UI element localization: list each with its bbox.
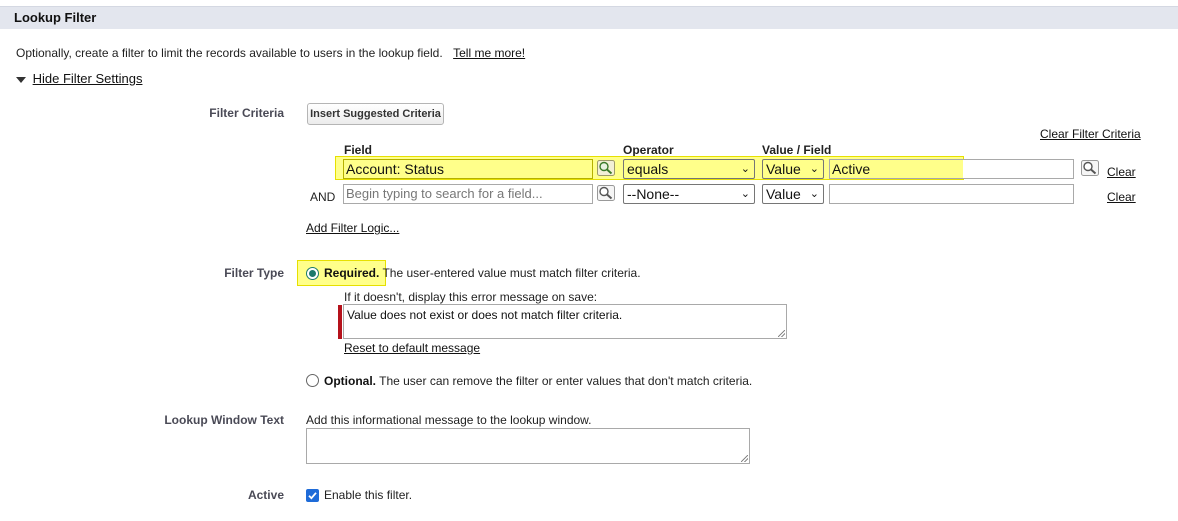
reset-default-message-link[interactable]: Reset to default message [344,341,480,355]
checkmark-icon [308,492,317,500]
resize-grip-icon[interactable] [741,455,748,462]
hide-filter-settings-link[interactable]: Hide Filter Settings [33,71,143,86]
optional-title: Optional. [324,374,376,388]
value-field-column-header: Value / Field [762,143,832,157]
enable-filter-checkbox[interactable] [306,489,319,502]
active-label: Active [247,488,284,502]
required-title: Required. [324,266,380,280]
row-2-value-input[interactable] [829,184,1074,204]
section-title: Lookup Filter [14,10,97,25]
row-2-field-lookup-icon[interactable] [597,185,615,201]
row-1-field-lookup-icon[interactable] [597,160,615,176]
chevron-down-icon: ⌄ [809,188,819,200]
lookup-window-prompt: Add this informational message to the lo… [306,413,592,427]
optional-option: Optional. The user can remove the filter… [324,374,752,388]
field-column-header: Field [344,143,373,157]
filter-type-label: Filter Type [224,266,284,280]
add-filter-logic-link[interactable]: Add Filter Logic... [306,221,399,235]
enable-filter-label: Enable this filter. [324,488,413,502]
row-2-clear-link[interactable]: Clear [1107,190,1136,204]
chevron-down-icon: ⌄ [809,163,819,175]
error-message-value: Value does not exist or does not match f… [347,308,623,322]
row-2-operator-select[interactable]: --None-- ⌄ [623,184,755,204]
hide-filter-settings-toggle[interactable]: Hide Filter Settings [16,71,142,86]
row-1-value-type-select[interactable]: Value ⌄ [762,159,824,179]
intro-line: Optionally, create a filter to limit the… [16,46,525,60]
optional-description: The user can remove the filter or enter … [379,374,753,388]
chevron-down-icon: ⌄ [740,163,750,175]
optional-radio[interactable] [306,374,319,387]
chevron-down-icon: ⌄ [740,188,750,200]
resize-grip-icon[interactable] [778,330,785,337]
required-radio[interactable] [306,267,319,280]
row-1-value-input[interactable]: Active [829,159,1074,179]
row-2-and-label: AND [310,190,336,204]
required-description: The user-entered value must match filter… [382,266,641,280]
row-1-operator-value: equals [627,161,669,177]
tell-me-more-link[interactable]: Tell me more! [453,46,525,60]
row-2-value-type-select[interactable]: Value ⌄ [762,184,824,204]
row-2-value-type-value: Value [766,186,801,202]
required-field-bar [338,305,342,339]
row-1-value-lookup-icon[interactable] [1081,160,1099,176]
required-option: Required. The user-entered value must ma… [324,266,641,280]
section-header: Lookup Filter [0,6,1178,29]
operator-column-header: Operator [623,143,674,157]
row-2-operator-value: --None-- [627,186,680,202]
error-message-textarea[interactable]: Value does not exist or does not match f… [343,304,787,339]
row-1-operator-select[interactable]: equals ⌄ [623,159,755,179]
insert-suggested-criteria-button[interactable]: Insert Suggested Criteria [307,103,444,125]
lookup-window-text-label: Lookup Window Text [164,413,284,427]
row-2-field-input[interactable]: Begin typing to search for a field... [343,184,593,204]
clear-filter-criteria-link[interactable]: Clear Filter Criteria [1040,127,1141,141]
row-1-clear-link[interactable]: Clear [1107,165,1136,179]
triangle-down-icon [16,76,26,83]
row-1-field-input[interactable]: Account: Status [343,159,593,179]
intro-text: Optionally, create a filter to limit the… [16,46,443,60]
error-message-prompt: If it doesn't, display this error messag… [344,290,598,304]
row-1-value-type-value: Value [766,161,801,177]
lookup-window-textarea[interactable] [306,428,750,464]
filter-criteria-label: Filter Criteria [209,106,284,120]
